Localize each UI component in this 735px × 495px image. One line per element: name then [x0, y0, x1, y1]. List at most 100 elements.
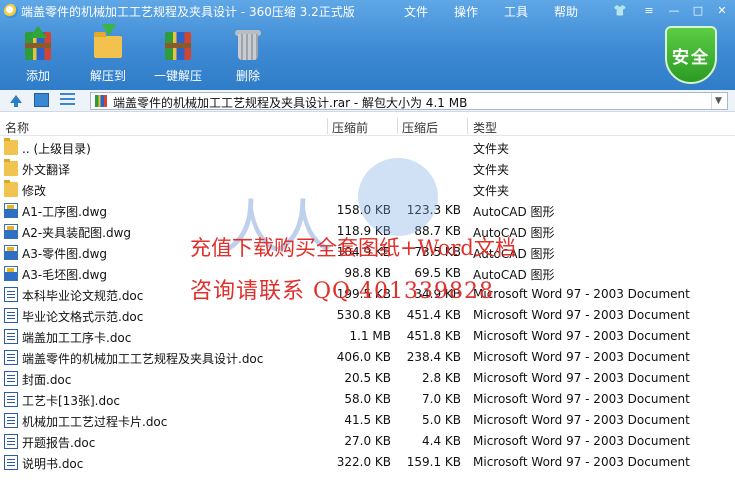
menu-tools[interactable]: 工具: [504, 3, 528, 20]
column-divider[interactable]: [397, 118, 398, 134]
archive-icon: [95, 95, 107, 107]
word-document-icon: [4, 308, 18, 323]
size-after: 4.4 KB: [422, 434, 461, 448]
extract-folder-icon: [91, 24, 125, 62]
delete-button[interactable]: 删除: [218, 28, 278, 84]
file-type: Microsoft Word 97 - 2003 Document: [473, 287, 690, 301]
menu-bar: 文件 操作 工具 帮助: [404, 3, 604, 20]
column-compressed-after[interactable]: 压缩后: [402, 119, 438, 136]
size-before: 406.0 KB: [336, 350, 391, 364]
file-type: Microsoft Word 97 - 2003 Document: [473, 392, 690, 406]
address-bar[interactable]: 端盖零件的机械加工工艺规程及夹具设计.rar - 解包大小为 4.1 MB ▼: [90, 92, 728, 110]
size-before: 20.5 KB: [344, 371, 391, 385]
skin-icon[interactable]: 👕: [611, 2, 629, 18]
menu-file[interactable]: 文件: [404, 3, 428, 20]
close-icon[interactable]: ✕: [713, 2, 731, 18]
large-icon-view-icon[interactable]: [34, 93, 49, 107]
maximize-icon[interactable]: □: [689, 2, 707, 18]
main-menu-icon[interactable]: ≡: [640, 2, 658, 18]
size-after: 7.0 KB: [422, 392, 461, 406]
table-row[interactable]: 端盖加工工序卡.doc 1.1 MB 451.8 KB Microsoft Word …: [0, 326, 735, 347]
file-type: 文件夹: [473, 184, 510, 198]
extract-to-button[interactable]: 解压到: [78, 24, 138, 84]
file-type: 文件夹: [473, 163, 510, 177]
autocad-file-icon: [4, 245, 18, 260]
table-row[interactable]: 说明书.doc 322.0 KB 159.1 KB Microsoft Word 97…: [0, 452, 735, 473]
size-before: 41.5 KB: [344, 413, 391, 427]
folder-icon: [4, 159, 18, 176]
table-row[interactable]: 开题报告.doc 27.0 KB 4.4 KB Microsoft Word 97 -…: [0, 431, 735, 452]
one-click-extract-icon: [161, 28, 195, 62]
file-name: 本科毕业论文规范.doc: [22, 289, 144, 303]
file-type: Microsoft Word 97 - 2003 Document: [473, 308, 690, 322]
column-compressed-before[interactable]: 压缩前: [332, 119, 368, 136]
size-after: 5.0 KB: [422, 413, 461, 427]
menu-operate[interactable]: 操作: [454, 3, 478, 20]
table-row[interactable]: 工艺卡[13张].doc 58.0 KB 7.0 KB Microsoft Word …: [0, 389, 735, 410]
delete-button-label: 删除: [235, 69, 260, 83]
file-name: 说明书.doc: [22, 457, 84, 471]
watermark-text-line2: 咨询请联系 QQ 401339828: [190, 279, 495, 304]
column-divider[interactable]: [467, 118, 468, 134]
file-name: 端盖加工工序卡.doc: [22, 331, 132, 345]
security-shield-button[interactable]: 安全: [659, 24, 723, 88]
file-name: A3-零件图.dwg: [22, 247, 108, 261]
add-archive-icon: [21, 26, 55, 62]
list-view-icon[interactable]: [60, 93, 75, 107]
size-before: 58.0 KB: [344, 392, 391, 406]
size-after: 238.4 KB: [406, 350, 461, 364]
extract-to-label: 解压到: [89, 69, 126, 83]
window-title: 端盖零件的机械加工工艺规程及夹具设计 - 360压缩 3.2正式版: [4, 3, 355, 20]
file-name: A2-夹具装配图.dwg: [22, 226, 132, 240]
file-type: AutoCAD 图形: [473, 205, 555, 219]
one-click-extract-label: 一键解压: [153, 69, 202, 83]
security-badge-text: 安全: [672, 48, 710, 68]
up-arrow-icon[interactable]: [8, 93, 24, 109]
file-name: 修改: [22, 184, 47, 198]
file-type: Microsoft Word 97 - 2003 Document: [473, 350, 690, 364]
column-divider[interactable]: [327, 118, 328, 134]
file-type: Microsoft Word 97 - 2003 Document: [473, 434, 690, 448]
size-before: 322.0 KB: [336, 455, 391, 469]
file-type: Microsoft Word 97 - 2003 Document: [473, 413, 690, 427]
size-after: 451.4 KB: [406, 308, 461, 322]
autocad-file-icon: [4, 203, 18, 218]
file-name: 外文翻译: [22, 163, 71, 177]
watermark-text-line1: 充值下载购买全套图纸+Word文档: [190, 236, 516, 260]
file-name: .. (上级目录): [22, 142, 91, 156]
title-and-toolbar-area: 端盖零件的机械加工工艺规程及夹具设计 - 360压缩 3.2正式版 文件 操作 …: [0, 0, 735, 90]
file-name: A3-毛坯图.dwg: [22, 268, 108, 282]
table-row[interactable]: 毕业论文格式示范.doc 530.8 KB 451.4 KB Microsoft Wo…: [0, 305, 735, 326]
file-name: 开题报告.doc: [22, 436, 96, 450]
minimize-icon[interactable]: —: [665, 2, 683, 18]
size-after: 451.8 KB: [406, 329, 461, 343]
word-document-icon: [4, 350, 18, 365]
menu-help[interactable]: 帮助: [554, 3, 578, 20]
file-name: 封面.doc: [22, 373, 72, 387]
file-type: Microsoft Word 97 - 2003 Document: [473, 371, 690, 385]
file-name: 工艺卡[13张].doc: [22, 394, 121, 408]
word-document-icon: [4, 392, 18, 407]
trash-icon: [231, 28, 265, 62]
size-before: 27.0 KB: [344, 434, 391, 448]
watermark-logo: [358, 158, 438, 236]
one-click-extract-button[interactable]: 一键解压: [148, 28, 208, 84]
add-button-label: 添加: [25, 69, 50, 83]
file-type: Microsoft Word 97 - 2003 Document: [473, 455, 690, 469]
column-name[interactable]: 名称: [5, 119, 29, 136]
table-row[interactable]: .. (上级目录) 文件夹: [0, 137, 735, 158]
add-button[interactable]: 添加: [8, 26, 68, 84]
word-document-icon: [4, 371, 18, 386]
file-name: 毕业论文格式示范.doc: [22, 310, 144, 324]
table-row[interactable]: 端盖零件的机械加工工艺规程及夹具设计.doc 406.0 KB 238.4 KB Mi…: [0, 347, 735, 368]
file-type: Microsoft Word 97 - 2003 Document: [473, 329, 690, 343]
table-row[interactable]: 封面.doc 20.5 KB 2.8 KB Microsoft Word 97 - 2…: [0, 368, 735, 389]
word-document-icon: [4, 329, 18, 344]
file-type: 文件夹: [473, 142, 510, 156]
file-name: 机械加工工艺过程卡片.doc: [22, 415, 168, 429]
column-type[interactable]: 类型: [473, 119, 497, 136]
table-row[interactable]: 机械加工工艺过程卡片.doc 41.5 KB 5.0 KB Microsoft Wor…: [0, 410, 735, 431]
chevron-down-icon[interactable]: ▼: [711, 93, 725, 109]
word-document-icon: [4, 455, 18, 470]
app-logo-icon: [4, 4, 18, 18]
